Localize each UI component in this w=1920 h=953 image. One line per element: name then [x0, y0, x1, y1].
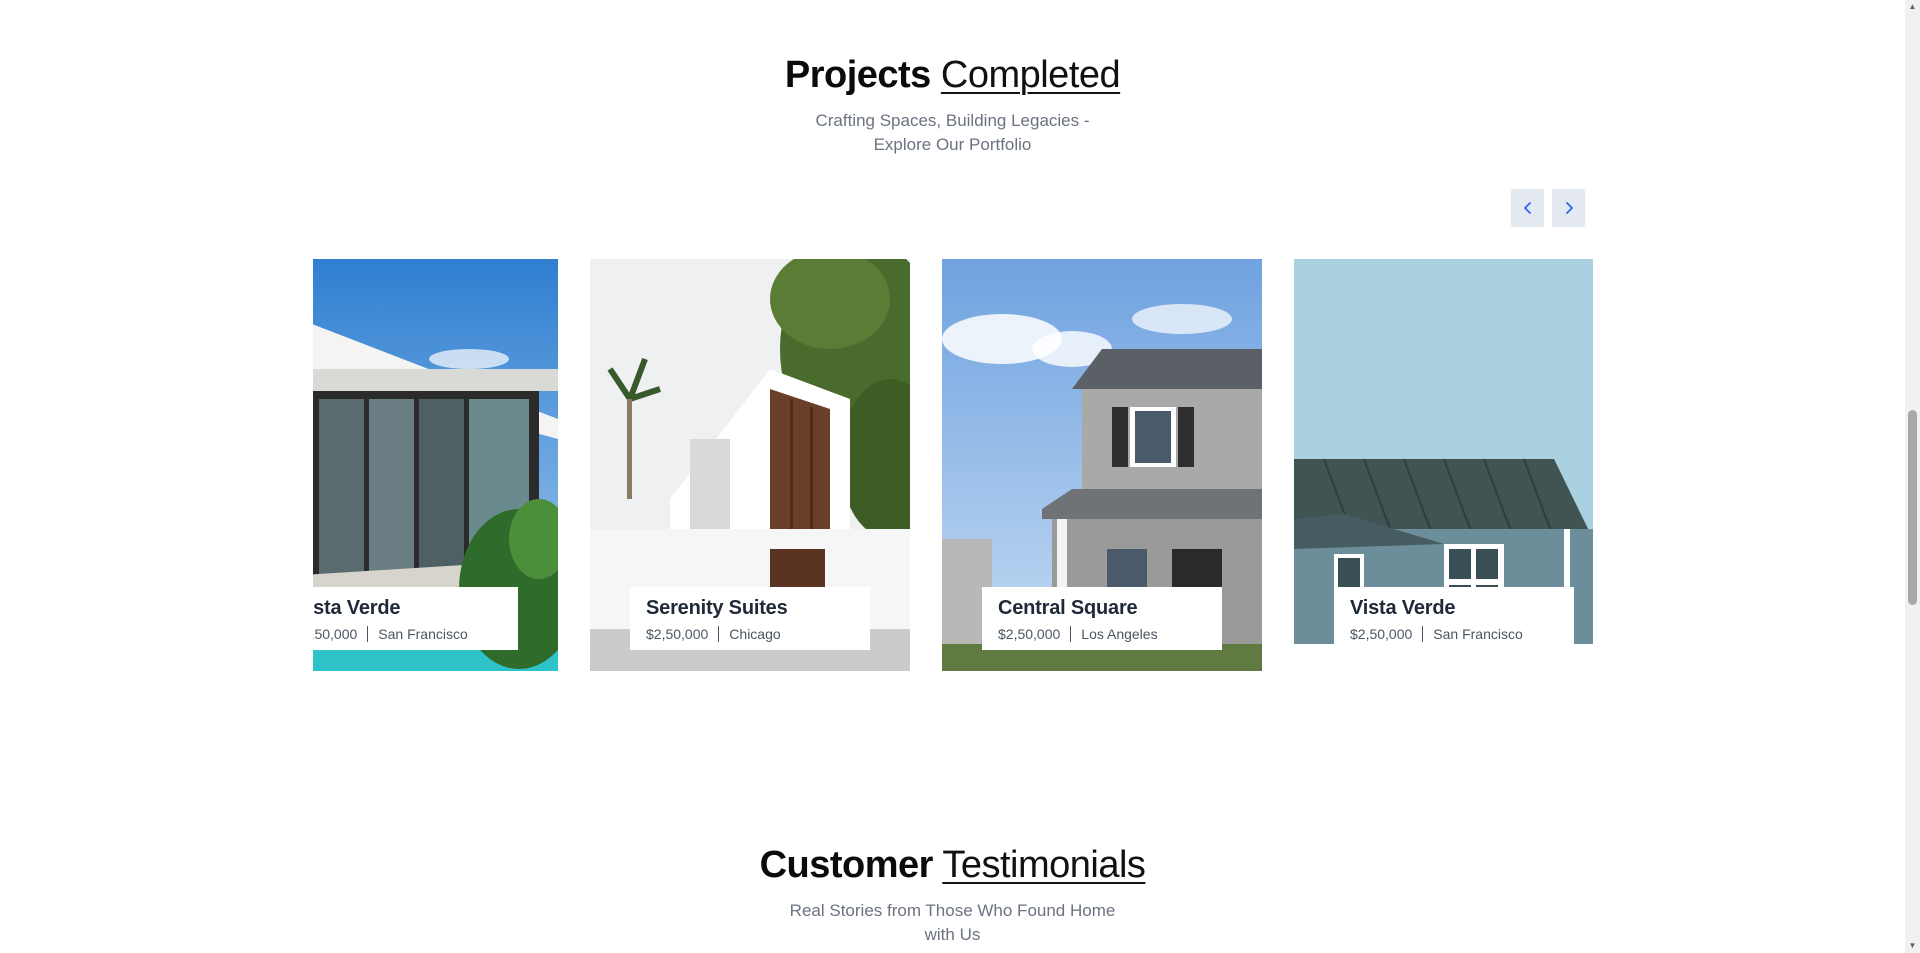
- meta-divider: [1070, 626, 1072, 642]
- project-meta: $2,50,000 San Francisco: [313, 626, 502, 642]
- scroll-up-icon[interactable]: ▲: [1908, 2, 1917, 12]
- testimonials-heading-strong: Customer: [759, 844, 934, 886]
- project-meta: $2,50,000 San Francisco: [1350, 626, 1558, 642]
- chevron-left-icon: [1523, 201, 1531, 215]
- scrollbar-thumb[interactable]: [1908, 410, 1917, 605]
- testimonials-heading-light: Testimonials: [942, 844, 1146, 886]
- testimonials-subtitle: Real Stories from Those Who Found Home w…: [0, 899, 1905, 947]
- projects-heading-strong: Projects: [784, 54, 931, 96]
- project-name: Vista Verde: [313, 597, 401, 619]
- project-name: Central Square: [998, 597, 1138, 619]
- meta-divider: [718, 626, 720, 642]
- projects-carousel[interactable]: Vista Verde $2,50,000 San Francisco: [313, 259, 1593, 671]
- project-meta: $2,50,000 Chicago: [646, 626, 854, 642]
- project-info-panel: Vista Verde $2,50,000 San Francisco: [1334, 587, 1574, 650]
- meta-divider: [1422, 626, 1424, 642]
- project-info-panel: Serenity Suites $2,50,000 Chicago: [630, 587, 870, 650]
- project-price: $2,50,000: [313, 626, 358, 642]
- project-info-panel: Central Square $2,50,000 Los Angeles: [982, 587, 1222, 650]
- project-city: Chicago: [729, 626, 781, 642]
- projects-subtitle: Crafting Spaces, Building Legacies - Exp…: [0, 109, 1905, 157]
- projects-subtitle-line1: Crafting Spaces, Building Legacies -: [815, 111, 1090, 130]
- project-price: $2,50,000: [646, 626, 709, 642]
- scroll-down-icon[interactable]: ▼: [1908, 941, 1917, 951]
- project-city: Los Angeles: [1081, 626, 1158, 642]
- carousel-prev-button[interactable]: [1511, 189, 1544, 227]
- project-price: $2,50,000: [998, 626, 1061, 642]
- project-price: $2,50,000: [1350, 626, 1413, 642]
- projects-subtitle-line2: Explore Our Portfolio: [873, 135, 1032, 154]
- project-meta: $2,50,000 Los Angeles: [998, 626, 1206, 642]
- project-city: San Francisco: [1433, 626, 1523, 642]
- project-card[interactable]: Central Square $2,50,000 Los Angeles: [942, 259, 1262, 671]
- projects-heading: Projects Completed: [0, 54, 1905, 97]
- project-card[interactable]: Vista Verde $2,50,000 San Francisco: [313, 259, 558, 671]
- project-card[interactable]: Serenity Suites $2,50,000 Chicago: [590, 259, 910, 671]
- page: Projects Completed Crafting Spaces, Buil…: [0, 0, 1905, 953]
- project-info-panel: Vista Verde $2,50,000 San Francisco: [313, 587, 518, 650]
- project-name: Serenity Suites: [646, 597, 788, 619]
- projects-heading-light: Completed: [940, 54, 1121, 96]
- testimonials-subtitle-line1: Real Stories from Those Who Found Home: [789, 901, 1116, 920]
- project-card[interactable]: Vista Verde $2,50,000 San Francisco: [1294, 259, 1593, 671]
- testimonials-subtitle-line2: with Us: [924, 925, 981, 944]
- project-name: Vista Verde: [1350, 597, 1456, 619]
- project-city: San Francisco: [378, 626, 468, 642]
- chevron-right-icon: [1565, 201, 1573, 215]
- carousel-next-button[interactable]: [1552, 189, 1585, 227]
- testimonials-heading: Customer Testimonials: [0, 844, 1905, 887]
- meta-divider: [367, 626, 369, 642]
- page-scrollbar[interactable]: ▲ ▼: [1905, 0, 1920, 953]
